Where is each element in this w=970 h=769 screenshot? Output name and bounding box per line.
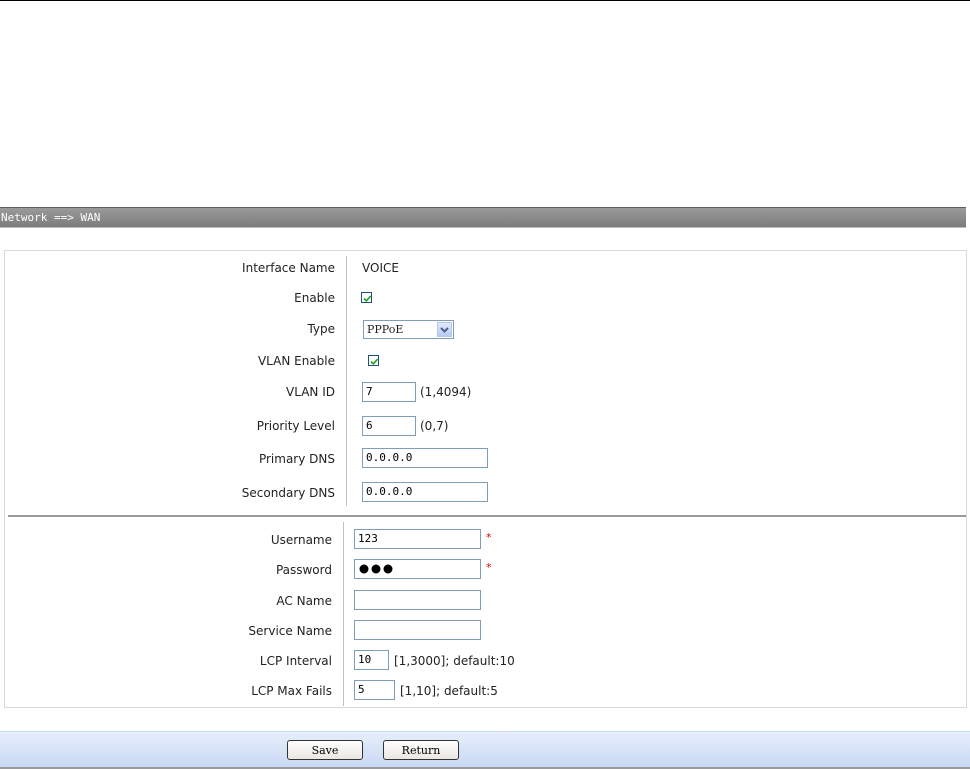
vlan-id-label: VLAN ID bbox=[286, 385, 335, 399]
row-type: Type PPPoE bbox=[0, 317, 970, 341]
page-header: Network ==> WAN bbox=[0, 207, 966, 228]
row-lcp-max-fails: LCP Max Fails 5 [1,10]; default:5 bbox=[0, 679, 970, 703]
return-button[interactable]: Return bbox=[383, 740, 459, 760]
ac-name-label: AC Name bbox=[276, 594, 332, 608]
password-mask-icon bbox=[359, 564, 393, 574]
secondary-dns-label: Secondary DNS bbox=[241, 486, 335, 500]
row-secondary-dns: Secondary DNS 0.0.0.0 bbox=[0, 481, 970, 505]
username-required-mark: * bbox=[486, 531, 492, 544]
primary-dns-input[interactable]: 0.0.0.0 bbox=[362, 448, 488, 468]
enable-checkbox[interactable] bbox=[361, 292, 372, 303]
interface-name-value: VOICE bbox=[362, 261, 399, 275]
service-name-label: Service Name bbox=[248, 624, 332, 638]
row-vlan-id: VLAN ID 7 (1,4094) bbox=[0, 380, 970, 404]
row-username: Username 123 * bbox=[0, 528, 970, 552]
username-label: Username bbox=[270, 533, 332, 547]
row-interface-name: Interface Name VOICE bbox=[0, 256, 970, 280]
lcp-max-fails-label: LCP Max Fails bbox=[251, 684, 332, 698]
row-vlan-enable: VLAN Enable bbox=[0, 349, 970, 373]
lcp-interval-hint: [1,3000]; default:10 bbox=[394, 654, 515, 668]
row-enable: Enable bbox=[0, 286, 970, 310]
section-divider bbox=[8, 515, 966, 517]
top-border bbox=[0, 0, 970, 1]
vlan-id-input[interactable]: 7 bbox=[362, 382, 416, 402]
password-required-mark: * bbox=[486, 561, 492, 574]
type-select[interactable]: PPPoE bbox=[363, 320, 454, 339]
lcp-interval-label: LCP Interval bbox=[259, 654, 332, 668]
secondary-dns-input[interactable]: 0.0.0.0 bbox=[362, 482, 488, 502]
vlan-enable-checkbox[interactable] bbox=[368, 355, 379, 366]
enable-label: Enable bbox=[294, 291, 335, 305]
priority-level-input[interactable]: 6 bbox=[362, 416, 416, 436]
ac-name-input[interactable] bbox=[354, 590, 481, 610]
type-select-value: PPPoE bbox=[367, 323, 404, 336]
priority-level-hint: (0,7) bbox=[420, 419, 449, 433]
row-password: Password * bbox=[0, 558, 970, 582]
lcp-max-fails-hint: [1,10]; default:5 bbox=[400, 684, 498, 698]
lcp-max-fails-input[interactable]: 5 bbox=[354, 680, 395, 700]
service-name-input[interactable] bbox=[354, 620, 481, 640]
vlan-enable-label: VLAN Enable bbox=[257, 354, 335, 368]
checkmark-icon bbox=[363, 295, 372, 302]
row-service-name: Service Name bbox=[0, 619, 970, 643]
row-primary-dns: Primary DNS 0.0.0.0 bbox=[0, 447, 970, 471]
chevron-down-icon[interactable] bbox=[437, 322, 452, 337]
row-lcp-interval: LCP Interval 10 [1,3000]; default:10 bbox=[0, 649, 970, 673]
checkmark-icon bbox=[370, 358, 379, 365]
password-label: Password bbox=[275, 563, 332, 577]
row-ac-name: AC Name bbox=[0, 589, 970, 613]
row-priority-level: Priority Level 6 (0,7) bbox=[0, 414, 970, 438]
action-bar: Save Return bbox=[0, 731, 970, 769]
primary-dns-label: Primary DNS bbox=[258, 452, 335, 466]
priority-level-label: Priority Level bbox=[256, 419, 335, 433]
save-button[interactable]: Save bbox=[287, 740, 363, 760]
lcp-interval-input[interactable]: 10 bbox=[354, 650, 389, 670]
username-input[interactable]: 123 bbox=[354, 529, 481, 549]
password-input[interactable] bbox=[354, 559, 481, 579]
interface-name-label: Interface Name bbox=[242, 261, 335, 275]
type-label: Type bbox=[307, 322, 335, 336]
page-title: Network ==> WAN bbox=[1, 211, 101, 224]
vlan-id-hint: (1,4094) bbox=[420, 385, 472, 399]
